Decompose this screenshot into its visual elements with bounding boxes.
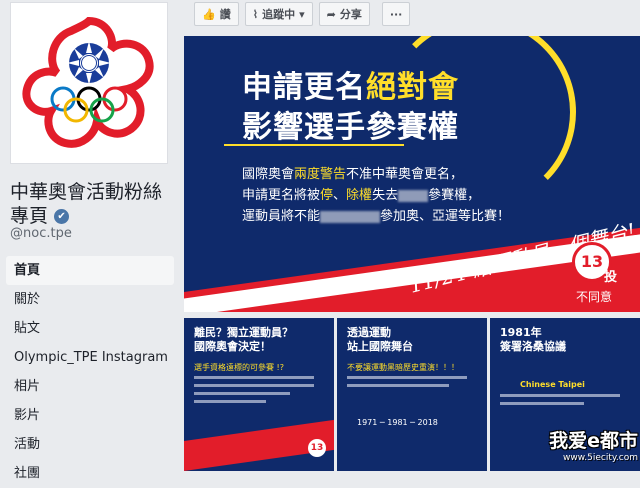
- cover-body-text: 國際奧會兩度警告不准中華奧會更名， 申請更名將被停、除權失去 參賽權， 運動員將不…: [242, 164, 510, 227]
- watermark-title: 我爱e都市: [549, 430, 638, 452]
- para2-sep: 、: [333, 188, 347, 203]
- tile-1-title: 離民？獨立運動員？ 國際奧會決定！: [194, 326, 293, 354]
- watermark-url: www.5iecity.com: [563, 453, 638, 463]
- left-sidebar: 中華奧會活動粉絲專頁 ✔ @noc.tpe 首頁 關於 貼文 Olympic_T…: [0, 0, 183, 481]
- disagree-label: 不同意: [576, 290, 613, 304]
- para2-a: 申請更名將被: [242, 188, 321, 203]
- olympic-committee-logo-icon: [22, 16, 154, 148]
- follow-button[interactable]: ⌇ 追蹤中 ▾: [244, 2, 313, 26]
- headline-highlight: 絕對會: [366, 70, 459, 105]
- nav-item-events[interactable]: 活動: [6, 430, 174, 459]
- tile-3-lines: [500, 394, 620, 410]
- tile-2-lines: [347, 376, 467, 392]
- tile-2-sub: 不要讓運動黑暗歷史重演！！！: [347, 363, 459, 372]
- vote-label: 投: [604, 270, 618, 285]
- blurred-text: [320, 210, 381, 223]
- para3-b: 參加奧、亞運等比賽！: [380, 209, 511, 224]
- tile-2-title: 透過運動 站上國際舞台: [347, 326, 413, 354]
- para2-highlight-1: 停: [320, 188, 334, 203]
- tile-3-title: 1981年 簽署洛桑協議: [500, 326, 566, 354]
- body-line-3: 運動員將不能 參加奧、亞運等比賽！: [242, 206, 510, 227]
- nav-item-home[interactable]: 首頁: [6, 256, 174, 285]
- nav-item-instagram[interactable]: Olympic_TPE Instagram: [6, 343, 174, 372]
- site-watermark: 我爱e都市 www.5iecity.com: [549, 426, 638, 463]
- page-nav: 首頁 關於 貼文 Olympic_TPE Instagram 相片 影片 活動 …: [6, 256, 174, 488]
- thumbs-up-icon: 👍: [202, 7, 216, 21]
- follow-button-label: 追蹤中: [262, 8, 296, 21]
- page-action-bar: 👍 讚 ⌇ 追蹤中 ▾ ➦ 分享 ···: [194, 2, 411, 26]
- like-button[interactable]: 👍 讚: [194, 2, 239, 26]
- headline-prefix: 申請更名: [242, 70, 366, 105]
- page-handle: @noc.tpe: [10, 226, 72, 241]
- blurred-text: [398, 189, 429, 202]
- tile-3-title-a: 1981年: [500, 326, 542, 339]
- share-button-label: 分享: [339, 8, 362, 21]
- nav-item-about[interactable]: 關於: [6, 285, 174, 314]
- share-button[interactable]: ➦ 分享: [318, 2, 370, 26]
- tile-3-sub: Chinese Taipei: [520, 380, 585, 389]
- para1-a: 國際奧會: [242, 167, 295, 182]
- cover-headline-line2: 影響選手參賽權: [242, 110, 459, 145]
- para1-b: 不准中華奧會更名，: [346, 167, 464, 182]
- tile-1-title-b: 國際奧會決定！: [194, 340, 271, 353]
- para3-a: 運動員將不能: [242, 209, 321, 224]
- tile-1-lines: [194, 376, 314, 408]
- photo-tile-2[interactable]: 透過運動 站上國際舞台 不要讓運動黑暗歷史重演！！！ 1971 ─ 1981 ─…: [337, 318, 487, 471]
- rss-icon: ⌇: [252, 7, 259, 21]
- nav-item-videos[interactable]: 影片: [6, 401, 174, 430]
- tile-2-title-a: 透過運動: [347, 326, 391, 339]
- para2-c: 參賽權，: [428, 188, 481, 203]
- page-title-text: 中華奧會活動粉絲專頁: [10, 181, 163, 227]
- photo-tile-1[interactable]: 離民？獨立運動員？ 國際奧會決定！ 選手資格遠標的可參賽 !? 13: [184, 318, 334, 471]
- tile-3-title-b: 簽署洛桑協議: [500, 340, 566, 353]
- chevron-down-icon: ▾: [299, 7, 305, 21]
- tile-2-timeline: 1971 ─ 1981 ─ 2018: [357, 418, 438, 427]
- body-line-2: 申請更名將被停、除權失去 參賽權，: [242, 185, 510, 206]
- tile-1-sub: 選手資格遠標的可參賽 !?: [194, 363, 284, 372]
- para2-b: 失去: [372, 188, 399, 203]
- cover-image[interactable]: 申請更名絕對會 影響選手參賽權 國際奧會兩度警告不准中華奧會更名， 申請更名將被…: [184, 36, 640, 312]
- tile-1-title-a: 離民？獨立運動員？: [194, 326, 293, 339]
- profile-picture[interactable]: [10, 2, 168, 164]
- share-arrow-icon: ➦: [326, 7, 336, 21]
- tile-2-title-b: 站上國際舞台: [347, 340, 413, 353]
- cover-headline-line1: 申請更名絕對會: [242, 62, 459, 106]
- nav-item-posts[interactable]: 貼文: [6, 314, 174, 343]
- page-title[interactable]: 中華奧會活動粉絲專頁 ✔: [10, 180, 180, 228]
- tile-1-badge: 13: [308, 439, 326, 457]
- more-options-button[interactable]: ···: [381, 2, 411, 26]
- headline-underline: [224, 144, 404, 146]
- like-button-label: 讚: [219, 8, 231, 21]
- para2-highlight-2: 除權: [346, 188, 373, 203]
- nav-item-groups[interactable]: 社團: [6, 459, 174, 488]
- nav-item-photos[interactable]: 相片: [6, 372, 174, 401]
- para1-highlight: 兩度警告: [294, 167, 347, 182]
- body-line-1: 國際奧會兩度警告不准中華奧會更名，: [242, 164, 510, 185]
- verified-badge-icon: ✔: [54, 209, 70, 224]
